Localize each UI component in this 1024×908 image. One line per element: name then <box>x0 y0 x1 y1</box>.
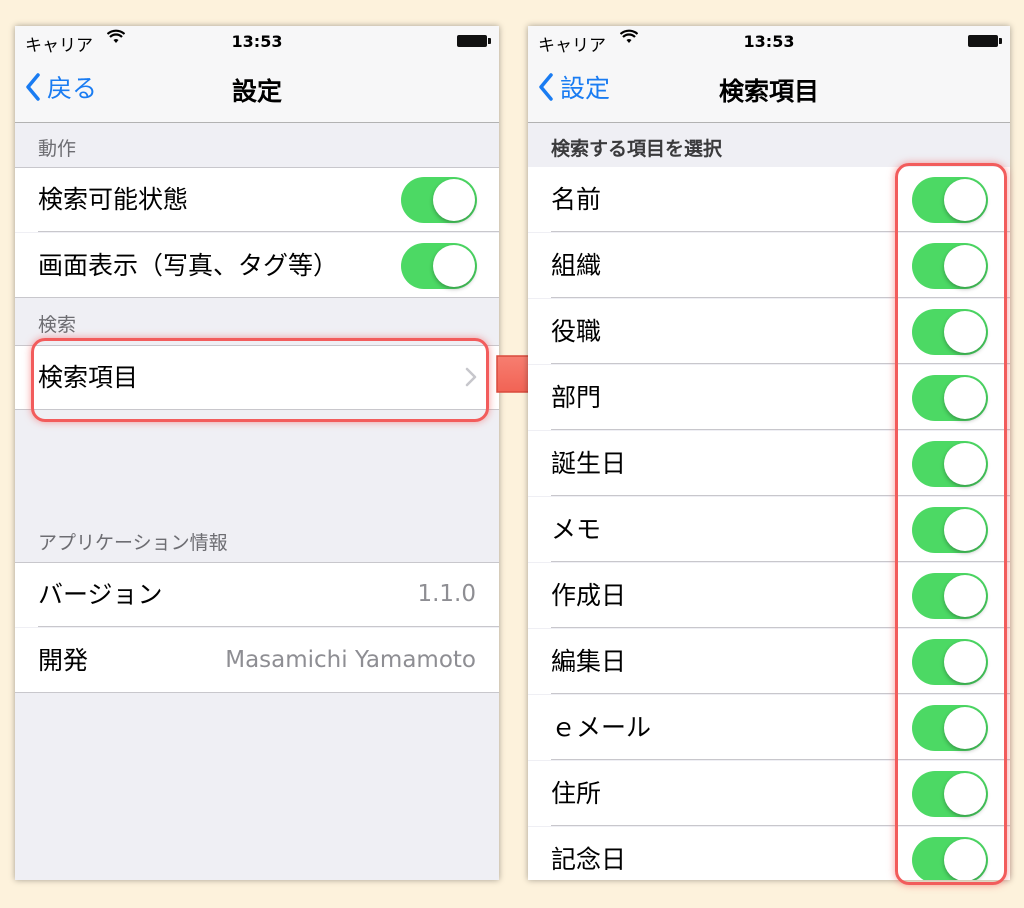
screen-display-toggle[interactable] <box>401 243 477 289</box>
list-item-label: 作成日 <box>551 581 627 610</box>
section-header-action: 動作 <box>38 138 77 160</box>
row-developer-label: 開発 <box>38 646 89 675</box>
section-header-appinfo: アプリケーション情報 <box>38 532 228 554</box>
highlight-search-items <box>31 338 489 422</box>
list-item-label: 部門 <box>551 383 602 412</box>
list-item-label: 住所 <box>551 779 602 808</box>
row-version: バージョン 1.1.0 <box>15 562 499 627</box>
highlight-toggle-column <box>895 163 1007 885</box>
status-time: 13:53 <box>231 32 283 51</box>
list-item-label: 役職 <box>551 317 602 346</box>
status-bar: キャリア 13:53 <box>15 26 499 56</box>
list-item-label: 編集日 <box>551 647 627 676</box>
status-time: 13:53 <box>743 32 795 51</box>
row-screen-display-label: 画面表示（写真、タグ等） <box>38 251 339 280</box>
toggle-knob <box>433 179 475 221</box>
list-item-label: 組織 <box>551 251 602 280</box>
list-item-label: メモ <box>551 515 602 544</box>
page-title: 設定 <box>231 77 282 106</box>
page-title: 検索項目 <box>718 77 819 106</box>
settings-screen: キャリア 13:53 戻る 設定 動作 検索可能状態 画面表示（写真、タグ等） … <box>15 26 499 880</box>
searchable-toggle[interactable] <box>401 177 477 223</box>
status-bar: キャリア 13:53 <box>528 26 1010 56</box>
battery-icon <box>457 35 491 47</box>
row-screen-display: 画面表示（写真、タグ等） <box>15 233 499 298</box>
list-item-label: 誕生日 <box>551 449 627 478</box>
toggle-knob <box>433 245 475 287</box>
row-version-label: バージョン <box>38 580 163 609</box>
list-item-label: 記念日 <box>551 845 627 874</box>
section-header-search: 検索 <box>38 314 77 336</box>
row-searchable: 検索可能状態 <box>15 167 499 232</box>
row-developer: 開発 Masamichi Yamamoto <box>15 628 499 693</box>
navigation-bar: 戻る 設定 <box>15 56 499 123</box>
list-item-label: 名前 <box>551 185 602 214</box>
list-item-label: ｅメール <box>551 713 652 742</box>
battery-icon <box>968 35 1002 47</box>
row-searchable-label: 検索可能状態 <box>38 185 189 214</box>
section-header-select: 検索する項目を選択 <box>551 138 723 160</box>
navigation-bar: 設定 検索項目 <box>528 56 1010 123</box>
developer-value: Masamichi Yamamoto <box>225 647 476 673</box>
version-value: 1.1.0 <box>417 581 476 607</box>
